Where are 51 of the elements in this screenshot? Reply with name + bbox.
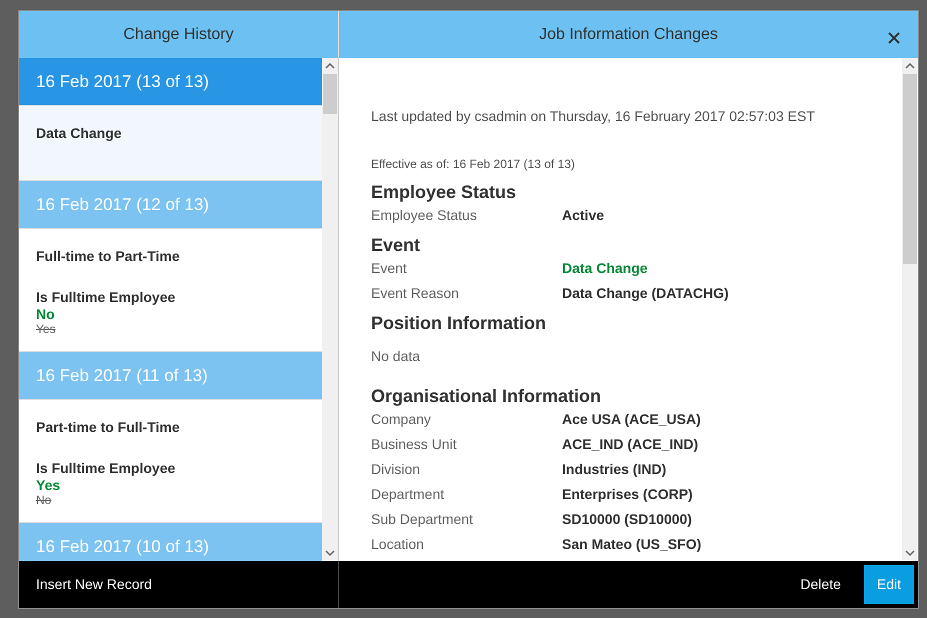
- dialog-title: Job Information Changes: [539, 24, 718, 44]
- scroll-thumb[interactable]: [323, 74, 337, 114]
- change-title: Part-time to Full-Time: [36, 418, 181, 437]
- section-heading: Organisational Information: [371, 385, 602, 407]
- field-name: Is Fulltime Employee: [36, 460, 176, 477]
- section-heading: Event: [371, 234, 422, 256]
- field-label: Business Unit: [371, 435, 458, 454]
- old-value: Yes: [36, 322, 57, 337]
- scroll-down-icon[interactable]: [905, 549, 915, 557]
- insert-record-button[interactable]: Insert New Record: [19, 564, 169, 605]
- field-label: Event: [371, 259, 408, 278]
- change-title: Full-time to Part-Time: [36, 247, 181, 266]
- effective-date-text: Effective as of: 16 Feb 2017 (13 of 13): [371, 156, 576, 173]
- field-value: Industries (IND): [562, 460, 666, 479]
- old-value: No: [36, 493, 52, 508]
- history-entry-header[interactable]: 16 Feb 2017 (13 of 13): [19, 58, 322, 106]
- scroll-up-icon[interactable]: [325, 62, 335, 70]
- no-data-text: No data: [371, 347, 422, 366]
- field-label: Event Reason: [371, 284, 460, 303]
- field-value: Enterprises (CORP): [562, 485, 693, 504]
- section-heading: Employee Status: [371, 181, 518, 203]
- field-name: Is Fulltime Employee: [36, 289, 176, 306]
- panel-title: Change History: [123, 24, 234, 44]
- new-value: Yes: [36, 477, 62, 493]
- new-value: No: [36, 306, 56, 322]
- field-label: Sub Department: [371, 510, 474, 529]
- field-value: San Mateo (US_SFO): [562, 535, 702, 554]
- scrollbar[interactable]: [322, 58, 338, 561]
- field-label: Company: [371, 410, 432, 429]
- change-title: Data Change: [36, 124, 123, 143]
- scroll-thumb[interactable]: [903, 74, 917, 264]
- field-value: Active: [562, 206, 604, 225]
- last-updated-text: Last updated by csadmin on Thursday, 16 February 2017 02:57:03 EST: [371, 107, 816, 126]
- scroll-up-icon[interactable]: [905, 62, 915, 70]
- field-value: SD10000 (SD10000): [562, 510, 692, 529]
- field-value: Data Change (DATACHG): [562, 284, 729, 303]
- field-value: Data Change: [562, 259, 648, 278]
- delete-button[interactable]: Delete: [783, 564, 858, 605]
- field-label: Division: [371, 460, 422, 479]
- field-label: Department: [371, 485, 446, 504]
- field-value: Ace USA (ACE_USA): [562, 410, 701, 429]
- section-heading: Position Information: [371, 312, 547, 334]
- scroll-down-icon[interactable]: [325, 549, 335, 557]
- edit-button[interactable]: Edit: [864, 565, 914, 604]
- field-value: ACE_IND (ACE_IND): [562, 435, 698, 454]
- history-entry-header[interactable]: 16 Feb 2017 (11 of 13): [19, 352, 322, 400]
- history-entry-header[interactable]: 16 Feb 2017 (12 of 13): [19, 181, 322, 229]
- scrollbar[interactable]: [902, 58, 918, 561]
- history-entry-header[interactable]: 16 Feb 2017 (10 of 13): [19, 523, 322, 561]
- field-label: Employee Status: [371, 206, 478, 225]
- field-label: Location: [371, 535, 425, 554]
